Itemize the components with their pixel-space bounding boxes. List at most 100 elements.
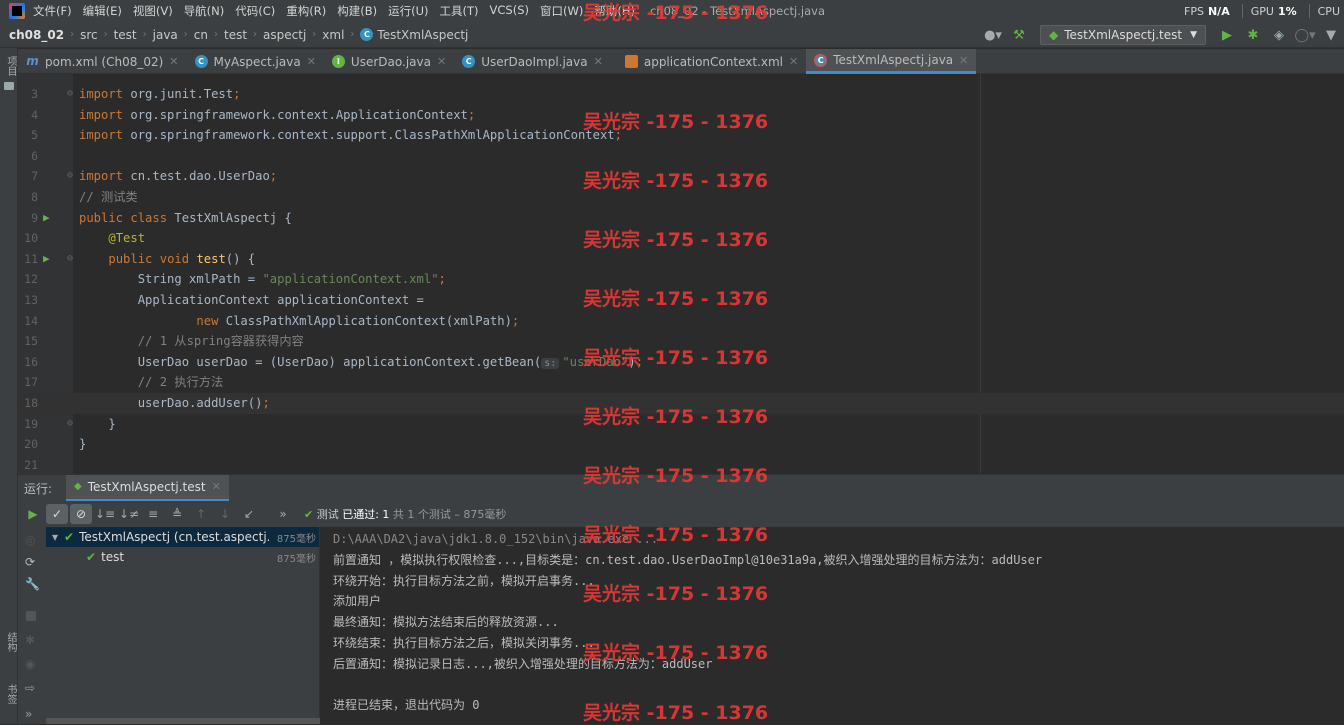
profile-icon[interactable]: ◯▾ <box>1294 27 1315 43</box>
tree-scrollbar[interactable] <box>46 718 320 724</box>
code-text: @Test <box>108 231 146 246</box>
chevron-down-icon[interactable]: ▾ <box>52 530 58 544</box>
editor-tabs: m pom.xml (Ch08_02) ✕ C MyAspect.java ✕ I UserD… <box>18 49 1344 74</box>
run-label: 运行: <box>24 481 53 496</box>
camera-icon[interactable]: ◉ <box>25 657 35 671</box>
run-icon[interactable]: ▶ <box>1219 27 1235 43</box>
user-icon[interactable]: ●▾ <box>984 27 1002 43</box>
breadcrumb-item[interactable]: cn <box>194 28 208 42</box>
close-icon[interactable]: ✕ <box>437 55 446 68</box>
structure-tool-button[interactable]: 结构 <box>3 632 18 652</box>
chevron-right-icon: › <box>183 29 188 40</box>
breadcrumb-item[interactable]: aspectj <box>263 28 306 42</box>
status-detail: 共 1 个测试 – 875毫秒 <box>392 508 507 521</box>
sort-duration-icon[interactable]: ↓≠ <box>118 504 140 524</box>
test-tree-row[interactable]: ▾ ✔ TestXmlAspectj (cn.test.aspectj.xm 875毫… <box>46 527 319 547</box>
collapse-all-icon[interactable]: ≜ <box>166 504 188 524</box>
editor-tab[interactable]: I UserDao.java ✕ <box>324 49 454 74</box>
wrench-icon[interactable]: 🔧 <box>25 577 40 591</box>
next-failed-icon[interactable]: ↓ <box>214 504 236 524</box>
code-line: 5 import org.springframework.context.supp… <box>18 125 1344 146</box>
close-icon[interactable]: ✕ <box>169 55 178 68</box>
run-test-gutter-icon[interactable]: ▶ <box>43 208 50 229</box>
code-text: new ClassPathXmlApplicationContext(xmlPa… <box>196 313 520 328</box>
more-actions-icon[interactable]: ▼ <box>1323 27 1339 43</box>
menu-item[interactable]: 构建(B) <box>337 3 377 19</box>
close-icon[interactable]: ✕ <box>594 55 603 68</box>
export-icon[interactable]: ✱ <box>25 633 35 647</box>
tab-label: applicationContext.xml <box>643 54 783 69</box>
editor-tab[interactable]: C MyAspect.java ✕ <box>187 49 324 74</box>
status-prefix: 测试 <box>316 508 339 521</box>
breadcrumb-item[interactable]: test <box>224 28 247 42</box>
show-passed-icon[interactable]: ✓ <box>46 504 68 524</box>
breadcrumb-file[interactable]: TestXmlAspectj <box>377 28 468 42</box>
editor-tab[interactable]: C TestXmlAspectj.java ✕ <box>806 49 977 74</box>
rerun-icon[interactable]: ▶ <box>22 504 44 524</box>
line-number: 11 <box>24 251 38 266</box>
breadcrumb-item[interactable]: test <box>114 28 137 42</box>
debug-run-icon[interactable]: ◎ <box>25 533 35 547</box>
class-icon: C <box>194 55 208 68</box>
breadcrumb-project[interactable]: ch08_02 <box>9 28 64 42</box>
menu-item[interactable]: 窗口(W) <box>540 3 583 19</box>
more-chevron-icon[interactable]: » <box>272 504 294 524</box>
editor-tab[interactable]: C UserDaoImpl.java ✕ <box>454 49 611 74</box>
console-line: 最终通知：模拟方法结束后的释放资源... <box>333 615 559 630</box>
code-line: 11 ▶ ⊖ public void test() { <box>18 249 1344 270</box>
fold-icon[interactable]: ⊖ <box>67 84 73 105</box>
menu-item[interactable]: 视图(V) <box>133 3 173 19</box>
chevron-right-icon: › <box>142 29 147 40</box>
breadcrumb-item[interactable]: xml <box>322 28 344 42</box>
menu-item[interactable]: 导航(N) <box>184 3 225 19</box>
debug-icon[interactable]: ✱ <box>1245 27 1261 43</box>
code-editor[interactable]: 3 ⊖ import org.junit.Test; 4 import org.spri… <box>18 74 1344 474</box>
test-tree-row[interactable]: ✔ test 875毫秒 <box>46 547 319 567</box>
run-test-gutter-icon[interactable]: ▶ <box>43 249 50 270</box>
run-config-select[interactable]: ◆ TestXmlAspectj.test ▼ <box>1040 25 1206 45</box>
prev-failed-icon[interactable]: ↑ <box>190 504 212 524</box>
run-tab[interactable]: ◆ TestXmlAspectj.test ✕ <box>66 474 229 502</box>
fold-icon[interactable]: ⊖ <box>67 166 73 187</box>
menu-item[interactable]: 重构(R) <box>286 3 326 19</box>
exit-icon[interactable]: ⇨ <box>25 681 35 695</box>
line-number: 4 <box>31 107 38 122</box>
stop-icon[interactable] <box>26 611 36 621</box>
sort-alpha-icon[interactable]: ↓≡ <box>94 504 116 524</box>
expand-all-icon[interactable]: ≡ <box>142 504 164 524</box>
code-line: 7 ⊖ import cn.test.dao.UserDao; <box>18 166 1344 187</box>
import-tests-icon[interactable]: ↙ <box>238 504 260 524</box>
show-ignored-icon[interactable]: ⊘ <box>70 504 92 524</box>
close-icon[interactable]: ✕ <box>212 480 221 493</box>
line-number: 14 <box>24 313 38 328</box>
editor-tab[interactable]: applicationContext.xml ✕ <box>611 49 806 74</box>
fold-icon[interactable]: ⊖ <box>67 249 73 270</box>
menu-item[interactable]: 编辑(E) <box>83 3 122 19</box>
more-icon[interactable]: » <box>25 707 32 721</box>
code-text: // 测试类 <box>79 189 138 204</box>
console-line: D:\AAA\DA2\java\jdk1.8.0_152\bin\java.ex… <box>333 532 659 546</box>
menu-item[interactable]: 代码(C) <box>235 3 275 19</box>
editor-tab[interactable]: m pom.xml (Ch08_02) ✕ <box>18 49 187 74</box>
code-area[interactable]: 3 ⊖ import org.junit.Test; 4 import org.spri… <box>18 84 1344 474</box>
fps-label: FPS <box>1184 4 1204 18</box>
code-line: 16 UserDao userDao = (UserDao) applicati… <box>18 352 1344 373</box>
menu-item[interactable]: 工具(T) <box>440 3 479 19</box>
close-icon[interactable]: ✕ <box>307 55 316 68</box>
chevron-right-icon: › <box>350 29 355 40</box>
menu-item[interactable]: 运行(U) <box>388 3 428 19</box>
breadcrumb-item[interactable]: java <box>153 28 178 42</box>
menu-item[interactable]: 帮助(H) <box>594 3 635 19</box>
coverage-icon[interactable]: ◈ <box>1271 27 1287 43</box>
menu-item[interactable]: VCS(S) <box>490 3 529 19</box>
project-tool-button[interactable]: 项目 <box>3 56 18 76</box>
console-output[interactable]: D:\AAA\DA2\java\jdk1.8.0_152\bin\java.ex… <box>321 527 1344 724</box>
menu-item[interactable]: 文件(F) <box>33 3 72 19</box>
breadcrumb-item[interactable]: src <box>80 28 98 42</box>
rerun-failed-icon[interactable]: ⟳ <box>25 555 35 569</box>
bookmarks-tool-button[interactable]: 书签 <box>3 684 18 704</box>
close-icon[interactable]: ✕ <box>789 55 798 68</box>
fold-icon[interactable]: ⊖ <box>67 414 73 435</box>
close-icon[interactable]: ✕ <box>959 54 968 67</box>
build-hammer-icon[interactable]: ⚒ <box>1011 27 1027 43</box>
